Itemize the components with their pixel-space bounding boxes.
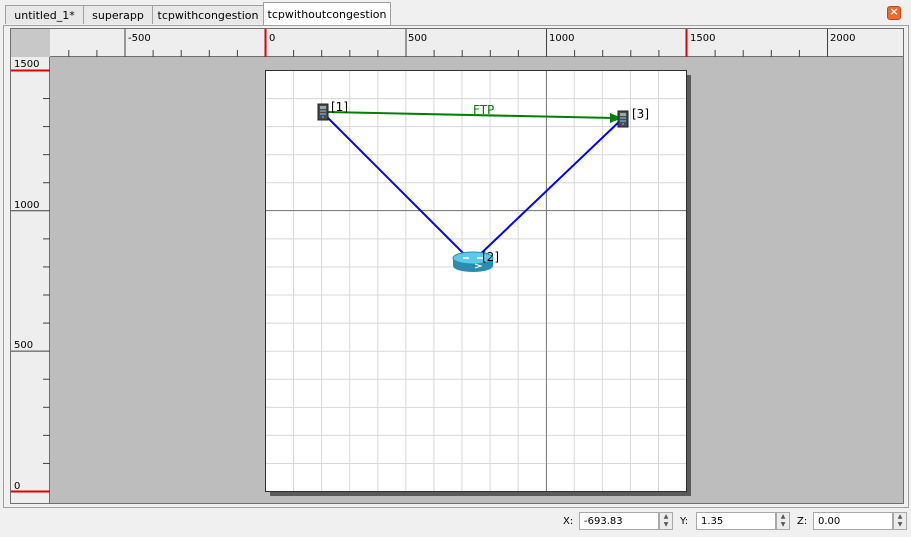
z-coordinate-field[interactable] — [813, 512, 893, 530]
spin-up-icon[interactable]: ▲ — [660, 513, 672, 521]
node-label-3: [3] — [632, 107, 649, 121]
x-spinner[interactable]: ▲ ▼ — [659, 512, 673, 530]
ftp-label: FTP — [473, 103, 494, 117]
computer-node-icon[interactable] — [317, 103, 329, 121]
node-label-2: [2] — [482, 250, 499, 264]
z-coordinate-input[interactable] — [814, 513, 892, 529]
y-coordinate-input[interactable] — [697, 513, 775, 529]
spin-down-icon[interactable]: ▼ — [660, 521, 672, 529]
node-label-1: [1] — [331, 100, 348, 114]
network-scene: FTP [1] [3] [2] — [265, 70, 691, 496]
x-coordinate-field[interactable] — [579, 512, 659, 530]
x-label: X: — [563, 516, 574, 527]
y-coordinate-field[interactable] — [696, 512, 776, 530]
z-label: Z: — [797, 516, 808, 527]
x-coordinate-input[interactable] — [580, 513, 658, 529]
spin-down-icon[interactable]: ▼ — [777, 521, 789, 529]
computer-node-icon[interactable] — [617, 110, 629, 128]
spin-up-icon[interactable]: ▲ — [777, 513, 789, 521]
y-spinner[interactable]: ▲ ▼ — [776, 512, 790, 530]
tab-tcpwithoutcongestion[interactable]: tcpwithoutcongestion — [263, 2, 391, 25]
spin-down-icon[interactable]: ▼ — [894, 521, 906, 529]
spin-up-icon[interactable]: ▲ — [894, 513, 906, 521]
z-spinner[interactable]: ▲ ▼ — [893, 512, 907, 530]
y-label: Y: — [680, 516, 689, 527]
playground-area[interactable] — [265, 70, 687, 492]
